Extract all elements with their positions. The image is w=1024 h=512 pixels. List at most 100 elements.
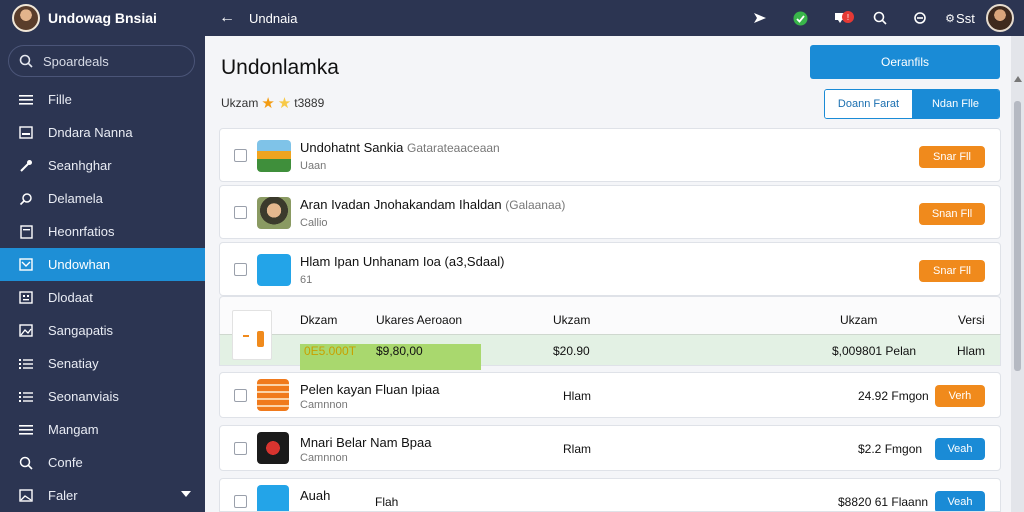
sidebar-item-delamela[interactable]: Delamela bbox=[0, 182, 205, 215]
rating: Ukzam ★ ★ t3889 bbox=[221, 94, 324, 112]
row-checkbox[interactable] bbox=[234, 263, 247, 276]
column-header[interactable]: Ukzam bbox=[840, 313, 877, 327]
product-attribute: Flah bbox=[375, 495, 399, 509]
notification-badge: ! bbox=[842, 11, 854, 23]
search-icon bbox=[19, 54, 33, 68]
row-checkbox[interactable] bbox=[234, 495, 247, 508]
product-action-button[interactable]: Veah bbox=[935, 491, 985, 511]
gallery-icon bbox=[19, 324, 33, 338]
sidebar-search-label: Spoardeals bbox=[43, 53, 109, 69]
user-avatar[interactable] bbox=[986, 4, 1014, 32]
sidebar-item-fille[interactable]: Fille bbox=[0, 83, 205, 116]
card-title: Aran Ivadan Jnohakandam Ihaldan (Galaana… bbox=[300, 197, 566, 212]
list-item[interactable]: Aran Ivadan Jnohakandam Ihaldan (Galaana… bbox=[219, 185, 1001, 239]
refresh-icon[interactable] bbox=[900, 11, 940, 25]
table-cell: $20.90 bbox=[553, 344, 590, 358]
segment-option-1[interactable]: Doann Farat bbox=[825, 90, 912, 118]
notification-icon[interactable]: ! bbox=[820, 11, 860, 25]
list-icon bbox=[19, 357, 33, 371]
product-title: Mnari Belar Nam Bpaa bbox=[300, 435, 432, 450]
scrollbar-thumb[interactable] bbox=[1014, 101, 1021, 371]
product-action-button[interactable]: Verh bbox=[935, 385, 985, 407]
table-row[interactable]: 0E5.000T $9,80,00 $20.90 $,009801 Pelan … bbox=[219, 334, 1001, 370]
image-icon bbox=[19, 489, 33, 503]
sidebar-item-label: Faler bbox=[48, 488, 78, 503]
product-action-button[interactable]: Veah bbox=[935, 438, 985, 460]
list-item[interactable]: Pelen kayan Fluan Ipiaa Camnnon Hlam 24.… bbox=[219, 372, 1001, 418]
list-item[interactable]: Undohatnt Sankia Gatarateaaceaan Uaan Sn… bbox=[219, 128, 1001, 182]
sidebar-item-label: Dndara Nanna bbox=[48, 125, 133, 140]
card-subtitle: Uaan bbox=[300, 160, 327, 172]
topbar-actions: ! ⚙ Sst bbox=[740, 3, 1014, 33]
sidebar-item-label: Heonrfatios bbox=[48, 224, 115, 239]
product-price: $8820 61 Flaann bbox=[838, 495, 929, 509]
row-checkbox[interactable] bbox=[234, 149, 247, 162]
list-item[interactable]: Hlam Ipan Unhanam Ioa (a3,Sdaal) 61 Snar… bbox=[219, 242, 1001, 296]
document-icon bbox=[19, 224, 33, 239]
table-cell: $,009801 Pelan bbox=[832, 344, 917, 358]
card-title: Hlam Ipan Unhanam Ioa (a3,Sdaal) bbox=[300, 254, 505, 269]
sidebar-item-sangapatis[interactable]: Sangapatis bbox=[0, 314, 205, 347]
sidebar-item-seonanviais[interactable]: Seonanviais bbox=[0, 380, 205, 413]
sidebar-item-label: Sangapatis bbox=[48, 323, 114, 338]
avatar[interactable] bbox=[12, 4, 40, 32]
sidebar-item-faler[interactable]: Faler bbox=[0, 479, 205, 512]
sidebar-item-undowhan[interactable]: Undowhan bbox=[0, 248, 205, 281]
sidebar-item-confe[interactable]: Confe bbox=[0, 446, 205, 479]
thumbnail-dark bbox=[257, 432, 289, 464]
segment-option-2[interactable]: Ndan Flle bbox=[912, 90, 999, 118]
sidebar-item-dlodaat[interactable]: Dlodaat bbox=[0, 281, 205, 314]
search-icon bbox=[19, 192, 33, 206]
topbar-title: Undnaia bbox=[249, 10, 298, 26]
thumbnail-orange bbox=[257, 379, 289, 411]
star-icon: ★ bbox=[261, 95, 275, 112]
sidebar-item-label: Seanhghar bbox=[48, 158, 112, 173]
row-checkbox[interactable] bbox=[234, 389, 247, 402]
sidebar-item-label: Senatiay bbox=[48, 356, 99, 371]
chevron-down-icon[interactable] bbox=[181, 491, 191, 497]
sidebar-item-label: Delamela bbox=[48, 191, 103, 206]
sidebar-header: Undowag Bnsiai bbox=[0, 0, 205, 36]
settings-icon: ⚙ bbox=[945, 12, 956, 25]
scroll-up-arrow-icon[interactable] bbox=[1014, 76, 1022, 82]
list-item[interactable]: Auah Flah $8820 61 Flaann Veah bbox=[219, 478, 1001, 512]
thumbnail-portrait bbox=[257, 197, 291, 229]
flag-icon[interactable] bbox=[740, 12, 780, 24]
check-icon[interactable] bbox=[780, 11, 820, 26]
sidebar-item-senatiay[interactable]: Senatiay bbox=[0, 347, 205, 380]
column-header[interactable]: Versi bbox=[958, 313, 985, 327]
rating-value: t3889 bbox=[294, 96, 325, 110]
row-checkbox[interactable] bbox=[234, 206, 247, 219]
scrollbar[interactable] bbox=[1011, 36, 1024, 512]
product-subtitle: Camnnon bbox=[300, 399, 348, 411]
card-subtitle: 61 bbox=[300, 274, 313, 286]
sidebar-item-seanhghar[interactable]: Seanhghar bbox=[0, 149, 205, 182]
card-action-button[interactable]: Snar Fll bbox=[919, 260, 985, 282]
primary-action-button[interactable]: Oeranfils bbox=[810, 45, 1000, 79]
column-header[interactable]: Dkzam bbox=[300, 313, 337, 327]
sidebar: Undowag Bnsiai Spoardeals Fille Dndara N… bbox=[0, 0, 205, 512]
product-price: 24.92 Fmgon bbox=[858, 389, 929, 403]
back-arrow-icon[interactable]: ← bbox=[219, 9, 235, 27]
settings-button[interactable]: ⚙ Sst bbox=[940, 11, 980, 26]
sidebar-item-heonrfatios[interactable]: Heonrfatios bbox=[0, 215, 205, 248]
card-subtitle: Callio bbox=[300, 217, 328, 229]
product-price: $2.2 Fmgon bbox=[858, 442, 923, 456]
sidebar-search[interactable]: Spoardeals bbox=[8, 45, 195, 77]
row-checkbox[interactable] bbox=[234, 442, 247, 455]
search-icon[interactable] bbox=[860, 11, 900, 25]
rating-prefix: Ukzam bbox=[221, 96, 259, 110]
search-icon bbox=[19, 456, 33, 470]
card-action-button[interactable]: Snar Fll bbox=[919, 146, 985, 168]
table-cell: $9,80,00 bbox=[376, 344, 423, 358]
sidebar-item-label: Mangam bbox=[48, 422, 99, 437]
sidebar-item-label: Undowhan bbox=[48, 257, 111, 272]
card-action-button[interactable]: Snan Fll bbox=[919, 203, 985, 225]
list-item[interactable]: Mnari Belar Nam Bpaa Camnnon Rlam $2.2 F… bbox=[219, 425, 1001, 471]
product-title: Pelen kayan Fluan Ipiaa bbox=[300, 382, 440, 397]
column-header[interactable]: Ukzam bbox=[553, 313, 590, 327]
sidebar-item-label: Seonanviais bbox=[48, 389, 119, 404]
sidebar-item-dndara-nanna[interactable]: Dndara Nanna bbox=[0, 116, 205, 149]
column-header[interactable]: Ukares Aeroaon bbox=[376, 313, 462, 327]
sidebar-item-mangam[interactable]: Mangam bbox=[0, 413, 205, 446]
